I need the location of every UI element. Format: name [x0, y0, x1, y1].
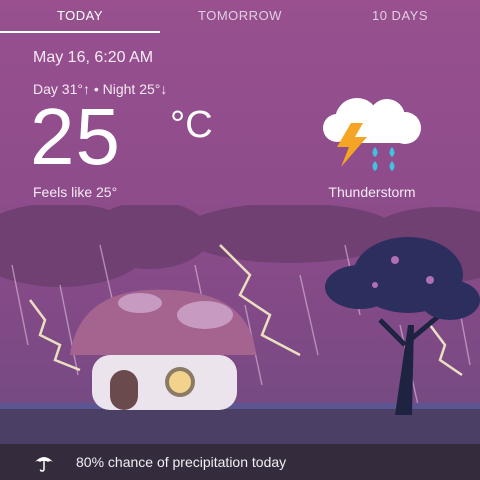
tab-10-days[interactable]: 10 DAYS — [320, 0, 480, 33]
temperature-unit: °C — [170, 104, 213, 146]
tab-tomorrow[interactable]: TOMORROW — [160, 0, 320, 33]
precipitation-text: 80% chance of precipitation today — [76, 454, 287, 470]
condition-label: Thunderstorm — [328, 184, 416, 200]
tab-bar: TODAY TOMORROW 10 DAYS — [0, 0, 480, 33]
umbrella-icon — [35, 457, 53, 472]
tab-today[interactable]: TODAY — [0, 0, 160, 33]
date-time: May 16, 6:20 AM — [33, 49, 154, 66]
rain-scene-illustration — [0, 205, 480, 445]
mushroom-house — [70, 289, 256, 410]
weather-app: TODAY TOMORROW 10 DAYS May 16, 6:20 AM D… — [0, 0, 480, 480]
precipitation-bar[interactable]: 80% chance of precipitation today — [0, 444, 480, 480]
tree — [325, 237, 480, 415]
thunderstorm-icon — [323, 98, 421, 171]
feels-like: Feels like 25° — [33, 184, 118, 200]
current-temperature: 25 — [30, 92, 121, 181]
